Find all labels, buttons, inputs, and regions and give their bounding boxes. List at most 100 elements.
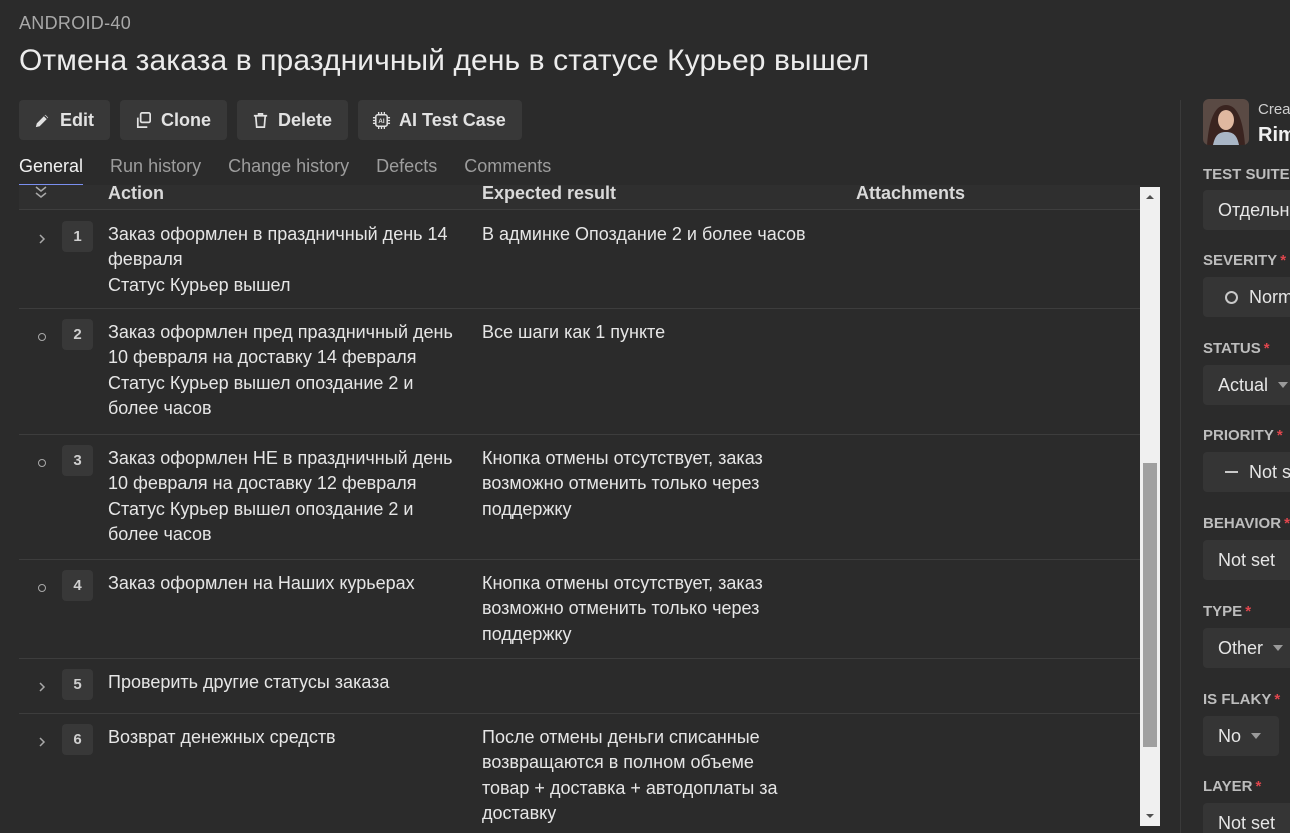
step-expected-line: поддержку [482,498,572,519]
steps-table-header: Action Expected result Attachments [19,185,1140,210]
type-label: TYPE * [1203,603,1252,620]
steps-table: Action Expected result Attachments 1 Зака… [19,185,1140,833]
clone-button-label: Clone [161,109,212,130]
is-flaky-dropdown-icon [1251,733,1262,739]
test-suite-value: Отдельн [1218,199,1290,220]
severity-label: SEVERITY * [1203,252,1287,269]
table-row[interactable]: 4 Заказ оформлен на Наших курьерах Кнопка … [19,559,1140,659]
step-expected-line: Кнопка отмены отсутствует, заказ [482,448,763,468]
step-expected-line: возможно отменить только через [482,598,760,619]
page-title: Отмена заказа в праздничный день в стату… [19,44,870,77]
severity-select[interactable]: Norm [1203,277,1290,317]
step-action-line: более часов [108,523,212,544]
step-dot-icon[interactable] [36,457,48,469]
required-mark: * [1280,252,1287,269]
step-action: Заказ оформлен НЕ в праздничный день 10 ф… [108,446,472,547]
step-action-line: февраля [108,249,183,270]
creator-label: Crea [1258,101,1290,118]
clone-button[interactable]: Clone [120,100,228,140]
behavior-select[interactable]: Not set [1203,540,1290,580]
step-expected-result: Кнопка отмены отсутствует, заказ возможно… [482,446,846,522]
ai-chip-icon: AI [372,111,391,129]
status-select[interactable]: Actual [1203,365,1290,405]
table-row[interactable]: 1 Заказ оформлен в праздничный день 14 фев… [19,210,1140,309]
delete-button-label: Delete [278,109,333,130]
scrollbar-thumb[interactable] [1143,463,1157,747]
layer-select[interactable]: Not set [1203,803,1290,833]
step-action: Заказ оформлен пред праздничный день 10 ф… [108,320,472,421]
layer-label: LAYER * [1203,778,1262,795]
priority-label: PRIORITY * [1203,427,1283,444]
expand-chevron-icon[interactable] [36,736,48,748]
step-expected-result: После отмены деньги списанные возвращаютс… [482,725,846,826]
panel-divider [1180,100,1181,833]
priority-value: Not s [1249,461,1290,482]
type-select[interactable]: Other [1203,628,1290,668]
test-suite-select[interactable]: Отдельн [1203,190,1290,230]
status-dropdown-icon [1278,382,1289,388]
header-attachments: Attachments [856,185,966,203]
step-number: 4 [62,570,93,601]
delete-button[interactable]: Delete [237,100,349,140]
step-action: Заказ оформлен в праздничный день 14 февр… [108,222,472,298]
step-action-line: Статус Курьер вышел опоздание 2 и [108,372,414,393]
tab-change-history[interactable]: Change history [228,156,349,185]
test-suite-label: TEST SUITE [1203,166,1290,183]
pencil-icon [35,114,49,127]
step-expected-result: В админке Опоздание 2 и более часов [482,222,846,247]
step-number: 5 [62,669,93,700]
step-expected-line: Все шаги как 1 пункте [482,322,666,342]
step-number: 1 [62,221,93,252]
step-action: Заказ оформлен на Наших курьерах [108,571,472,596]
expand-chevron-icon[interactable] [36,681,48,693]
scroll-down-arrow-icon[interactable] [1140,806,1160,826]
collapse-all-icon[interactable] [33,185,49,200]
trash-icon [253,112,268,128]
scrollbar[interactable] [1140,187,1160,826]
step-expected-line: доставку [482,802,557,823]
priority-select[interactable]: Not s [1203,452,1290,492]
step-expected-result: Все шаги как 1 пункте [482,320,846,345]
layer-value: Not set [1218,812,1276,833]
step-action-line: Заказ оформлен НЕ в праздничный день [108,448,453,468]
tab-run-history[interactable]: Run history [110,156,201,185]
type-value: Other [1218,637,1264,658]
step-action-line: более часов [108,397,212,418]
behavior-label: BEHAVIOR * [1203,515,1290,532]
table-row[interactable]: 2 Заказ оформлен пред праздничный день 10 … [19,308,1140,435]
step-dot-icon[interactable] [36,582,48,594]
avatar[interactable] [1203,99,1249,145]
step-action-line: Возврат денежных средств [108,727,336,747]
step-number: 6 [62,724,93,755]
table-row[interactable]: 6 Возврат денежных средств После отмены де… [19,713,1140,833]
tab-defects[interactable]: Defects [376,156,437,185]
table-row[interactable]: 3 Заказ оформлен НЕ в праздничный день 10 … [19,434,1140,560]
toolbar: Edit Clone Delete AI AI Test Case [19,100,522,140]
clone-icon [136,111,152,128]
severity-circle-icon [1225,290,1238,304]
edit-button[interactable]: Edit [19,100,110,140]
scroll-up-arrow-icon[interactable] [1140,187,1160,207]
step-action-line: Статус Курьер вышел [108,274,291,295]
ai-test-case-button-label: AI Test Case [399,109,506,130]
is-flaky-select[interactable]: No [1203,716,1279,756]
svg-text:AI: AI [378,118,384,125]
step-expected-line: возвращаются в полном объеме [482,752,754,773]
is-flaky-label: IS FLAKY * [1203,691,1281,708]
table-row[interactable]: 5 Проверить другие статусы заказа [19,658,1140,714]
ai-test-case-button[interactable]: AI AI Test Case [358,100,522,140]
severity-value: Norm [1249,286,1290,307]
step-action-line: Статус Курьер вышел опоздание 2 и [108,498,414,519]
tab-comments[interactable]: Comments [464,156,551,185]
step-expected-line: поддержку [482,623,572,644]
expand-chevron-icon[interactable] [36,233,48,245]
step-number: 3 [62,445,93,476]
step-action-line: 10 февраля на доставку 14 февраля [108,347,417,368]
step-action: Проверить другие статусы заказа [108,670,472,695]
step-dot-icon[interactable] [36,331,48,343]
step-action: Возврат денежных средств [108,725,472,750]
step-action-line: Проверить другие статусы заказа [108,672,390,692]
is-flaky-value: No [1218,725,1242,746]
tab-general[interactable]: General [19,156,84,186]
edit-button-label: Edit [60,109,94,130]
